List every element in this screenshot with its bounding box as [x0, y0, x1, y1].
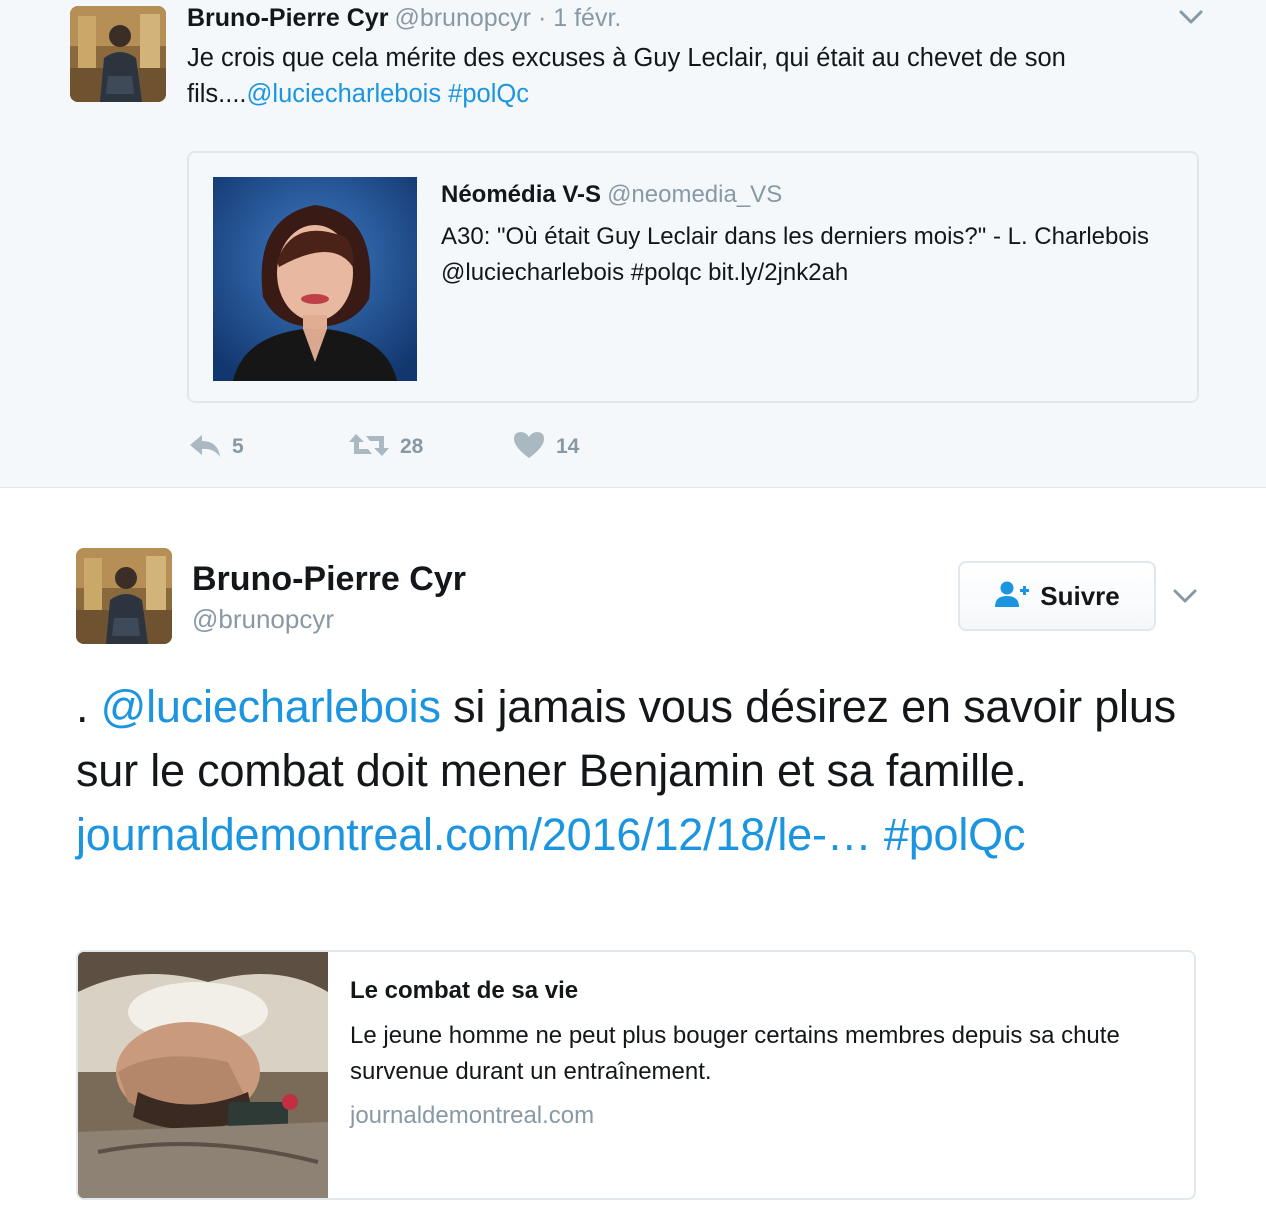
- quoted-tweet[interactable]: Néomédia V-S @neomedia_VS A30: "Où était …: [187, 151, 1199, 403]
- author-handle[interactable]: @brunopcyr: [394, 4, 531, 32]
- retweet-icon: [348, 430, 390, 465]
- card-domain: journaldemontreal.com: [350, 1102, 595, 1129]
- tweet-header: Bruno-Pierre Cyr @brunopcyr · 1 févr.: [187, 4, 621, 33]
- quoted-author-handle[interactable]: @neomedia_VS: [607, 181, 782, 208]
- mention-link[interactable]: @luciecharlebois: [247, 80, 442, 108]
- tweet-text-prefix: .: [76, 681, 101, 732]
- chevron-down-icon[interactable]: [1170, 585, 1200, 607]
- chevron-down-icon[interactable]: [1176, 6, 1206, 28]
- retweet-button[interactable]: 28: [348, 428, 423, 466]
- retweet-count: 28: [400, 435, 424, 458]
- like-button[interactable]: 14: [512, 428, 579, 466]
- tweet-quoting[interactable]: Bruno-Pierre Cyr @brunopcyr · 1 févr. Je …: [0, 0, 1266, 488]
- author-name[interactable]: Bruno-Pierre Cyr: [187, 4, 388, 32]
- tweet-text: . @luciecharlebois si jamais vous désire…: [76, 675, 1216, 867]
- mention-link[interactable]: @luciecharlebois: [101, 681, 441, 732]
- url-link[interactable]: journaldemontreal.com/2016/12/18/le-…: [76, 809, 872, 860]
- quoted-tweet-text: A30: "Où était Guy Leclair dans les dern…: [441, 223, 1150, 286]
- hashtag-link[interactable]: #polQc: [448, 80, 529, 108]
- reply-icon: [188, 431, 222, 464]
- follow-button[interactable]: Suivre: [958, 561, 1156, 631]
- author-handle[interactable]: @brunopcyr: [192, 604, 334, 635]
- avatar[interactable]: [76, 548, 172, 644]
- card-description: Le jeune homme ne peut plus bouger certa…: [350, 1022, 1120, 1085]
- card-photo: [78, 952, 328, 1198]
- link-card[interactable]: Le combat de sa vie Le jeune homme ne pe…: [76, 950, 1196, 1200]
- separator: ·: [537, 4, 547, 32]
- heart-icon: [512, 430, 546, 465]
- avatar[interactable]: [70, 6, 166, 102]
- reply-count: 5: [232, 435, 244, 458]
- hashtag-link[interactable]: #polQc: [884, 809, 1026, 860]
- tweet-text: Je crois que cela mérite des excuses à G…: [187, 40, 1187, 112]
- quoted-author-name[interactable]: Néomédia V-S: [441, 181, 601, 208]
- card-title: Le combat de sa vie: [350, 977, 579, 1004]
- tweet-date[interactable]: 1 févr.: [553, 4, 621, 32]
- reply-button[interactable]: 5: [188, 428, 244, 466]
- author-name[interactable]: Bruno-Pierre Cyr: [192, 560, 466, 599]
- quoted-tweet-photo: [213, 177, 417, 381]
- like-count: 14: [556, 435, 580, 458]
- follow-label: Suivre: [1040, 580, 1120, 611]
- add-user-icon: [994, 580, 1030, 613]
- quoted-tweet-header: Néomédia V-S @neomedia_VS: [441, 181, 782, 209]
